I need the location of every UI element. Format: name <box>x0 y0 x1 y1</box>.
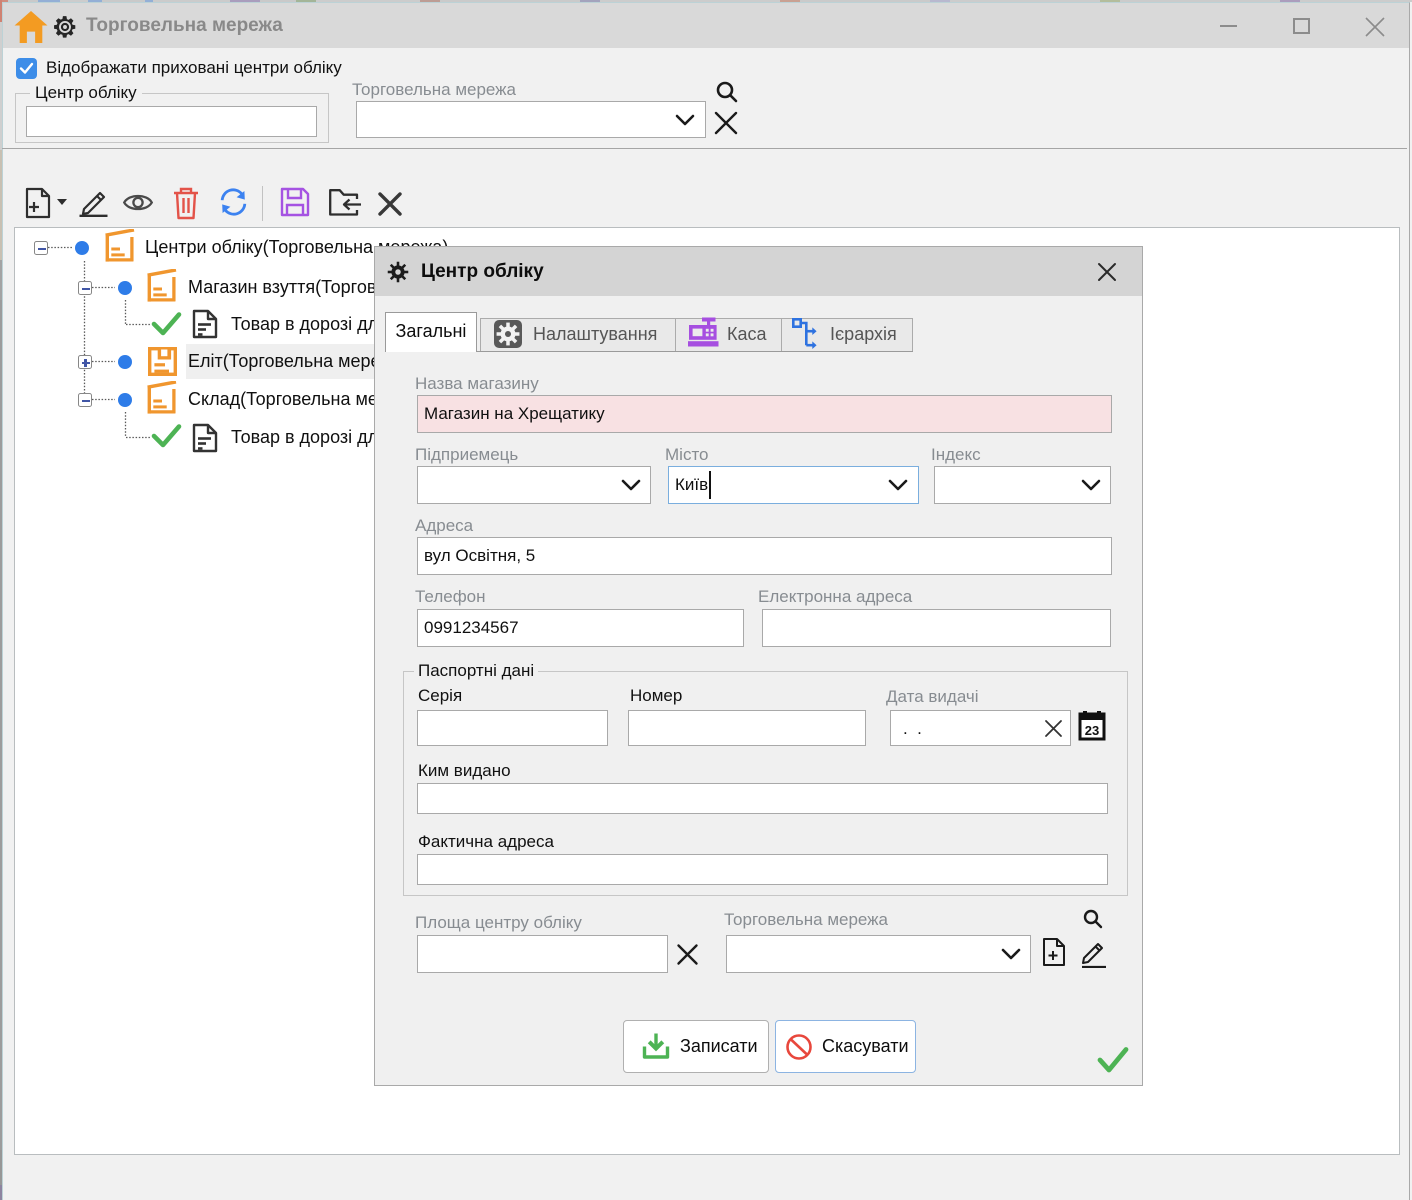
svg-text:23: 23 <box>1085 723 1099 738</box>
